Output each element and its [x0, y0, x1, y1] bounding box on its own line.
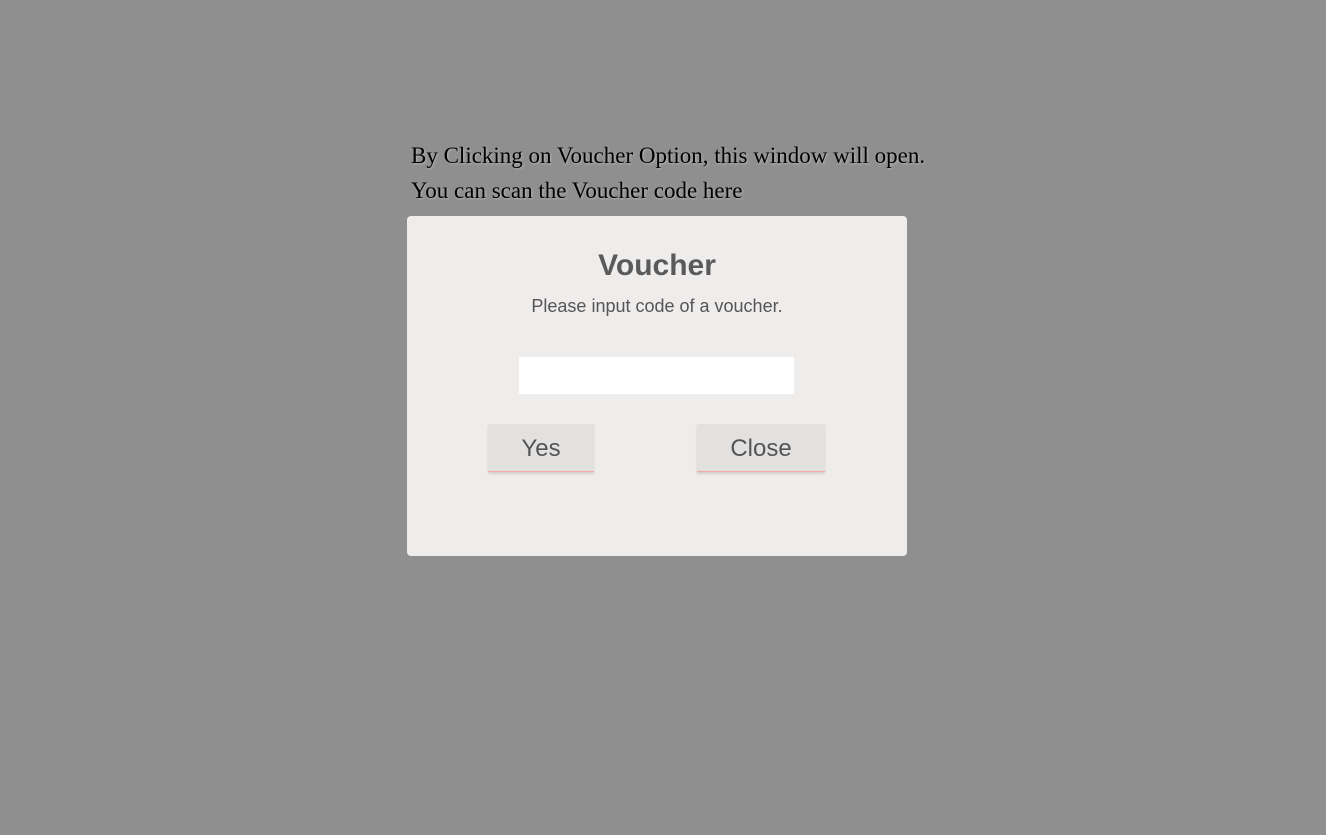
voucher-dialog: Voucher Please input code of a voucher. … — [407, 216, 907, 556]
dialog-title: Voucher — [598, 249, 716, 282]
close-button[interactable]: Close — [697, 424, 825, 472]
instruction-line-2: You can scan the Voucher code here — [411, 178, 743, 203]
yes-button[interactable]: Yes — [488, 424, 594, 472]
page-overlay: By Clicking on Voucher Option, this wind… — [0, 0, 1326, 835]
dialog-message: Please input code of a voucher. — [531, 296, 783, 316]
instruction-line-1: By Clicking on Voucher Option, this wind… — [411, 143, 926, 168]
instruction-text: By Clicking on Voucher Option, this wind… — [411, 138, 1031, 208]
voucher-code-input[interactable] — [519, 357, 794, 394]
